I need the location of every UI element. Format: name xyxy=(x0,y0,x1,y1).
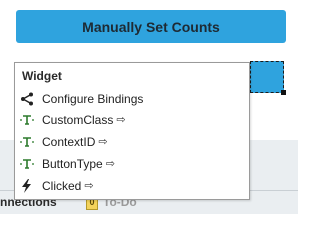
text-field-icon xyxy=(20,157,34,171)
selected-button-widget[interactable] xyxy=(250,61,284,93)
manually-set-counts-button[interactable]: Manually Set Counts xyxy=(16,10,286,43)
branch-icon xyxy=(20,92,34,106)
menu-item-label: Clicked xyxy=(42,179,82,193)
arrow-right-icon: ⇨ xyxy=(98,135,108,148)
menu-item-label: ContextID xyxy=(42,135,96,149)
text-field-icon xyxy=(20,135,34,149)
menu-item-clicked[interactable]: Clicked ⇨ xyxy=(20,177,94,195)
context-menu-header: Widget xyxy=(22,69,62,83)
menu-item-label: CustomClass xyxy=(42,113,114,127)
context-menu: Widget Configure Bindings CustomClass ⇨ xyxy=(14,62,250,200)
menu-item-label: ButtonType xyxy=(42,157,103,171)
lightning-icon xyxy=(20,179,34,193)
menu-item-buttontype[interactable]: ButtonType ⇨ xyxy=(20,155,115,173)
resize-handle[interactable] xyxy=(281,90,286,95)
manually-set-counts-label: Manually Set Counts xyxy=(82,18,220,35)
menu-item-customclass[interactable]: CustomClass ⇨ xyxy=(20,111,126,129)
text-field-icon xyxy=(20,113,34,127)
menu-item-configure-bindings[interactable]: Configure Bindings xyxy=(20,90,143,108)
arrow-right-icon: ⇨ xyxy=(105,157,115,170)
arrow-right-icon: ⇨ xyxy=(84,179,94,192)
menu-item-label: Configure Bindings xyxy=(42,92,144,106)
arrow-right-icon: ⇨ xyxy=(116,113,126,126)
menu-item-contextid[interactable]: ContextID ⇨ xyxy=(20,133,108,151)
